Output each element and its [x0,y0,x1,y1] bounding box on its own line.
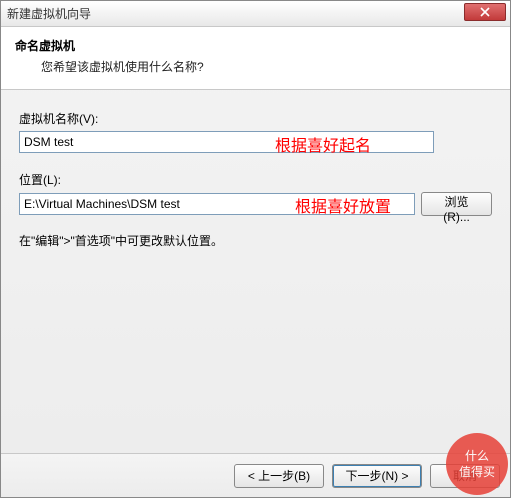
default-location-hint: 在"编辑">"首选项"中可更改默认位置。 [19,232,492,249]
vm-location-input[interactable] [19,193,415,215]
wizard-dialog: 新建虚拟机向导 命名虚拟机 您希望该虚拟机使用什么名称? 虚拟机名称(V): 根… [0,0,511,498]
wizard-content: 虚拟机名称(V): 根据喜好起名 位置(L): 浏览(R)... 根据喜好放置 … [1,90,510,259]
browse-button[interactable]: 浏览(R)... [421,192,492,216]
header-title: 命名虚拟机 [15,37,496,54]
window-title: 新建虚拟机向导 [7,5,91,22]
vm-name-label: 虚拟机名称(V): [19,110,492,127]
close-icon [480,7,490,17]
next-button[interactable]: 下一步(N) > [332,464,422,488]
vm-name-input[interactable] [19,131,434,153]
close-button[interactable] [464,3,506,21]
back-button[interactable]: < 上一步(B) [234,464,324,488]
header-subtitle: 您希望该虚拟机使用什么名称? [15,58,496,75]
titlebar: 新建虚拟机向导 [1,1,510,27]
wizard-footer: < 上一步(B) 下一步(N) > 取消 [1,453,510,497]
cancel-button[interactable]: 取消 [430,464,500,488]
vm-location-label: 位置(L): [19,171,492,188]
wizard-header: 命名虚拟机 您希望该虚拟机使用什么名称? [1,27,510,90]
